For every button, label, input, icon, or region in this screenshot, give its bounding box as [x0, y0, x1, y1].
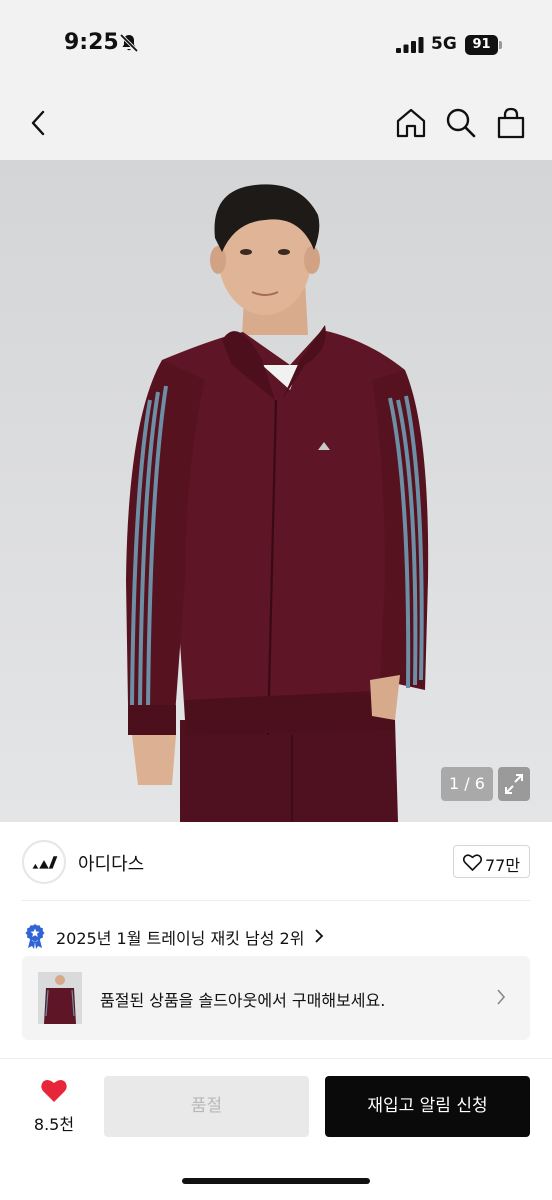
image-pager: 1 / 6	[441, 767, 493, 801]
product-thumbnail	[38, 972, 82, 1024]
heart-outline-icon	[463, 854, 482, 871]
brand-like-button[interactable]: 77만	[453, 845, 530, 878]
heart-filled-icon	[41, 1079, 67, 1102]
adidas-logo-icon[interactable]	[22, 840, 66, 884]
expand-icon[interactable]	[498, 767, 530, 801]
ranking-badge-icon	[25, 924, 45, 949]
top-nav-bar	[0, 90, 552, 160]
battery-level: 91	[465, 35, 498, 55]
chevron-right-icon	[497, 989, 506, 1005]
product-photo	[126, 184, 429, 822]
search-icon[interactable]	[444, 106, 478, 140]
signal-icon	[396, 37, 424, 53]
soldout-button[interactable]: 품절	[104, 1076, 309, 1137]
status-bar: 9:25 5G 91	[0, 0, 552, 90]
chevron-right-icon[interactable]	[314, 929, 324, 943]
shopping-bag-icon[interactable]	[494, 106, 528, 140]
wish-button[interactable]: 8.5천	[22, 1078, 86, 1138]
restock-alert-button[interactable]: 재입고 알림 신청	[325, 1076, 530, 1137]
network-type: 5G	[431, 34, 457, 54]
section-divider	[22, 900, 530, 901]
product-image-gallery[interactable]	[0, 160, 552, 822]
battery-cap	[499, 41, 502, 49]
back-chevron-icon[interactable]	[22, 106, 56, 140]
soldout-banner-text: 품절된 상품을 솔드아웃에서 구매해보세요.	[100, 991, 386, 1010]
bottom-bar-divider	[0, 1058, 552, 1059]
ranking-text[interactable]: 2025년 1월 트레이닝 재킷 남성 2위	[56, 925, 304, 949]
brand-name[interactable]: 아디다스	[78, 850, 144, 876]
home-indicator	[182, 1178, 370, 1184]
battery-icon: 91	[465, 35, 502, 55]
soldout-banner[interactable]: 품절된 상품을 솔드아웃에서 구매해보세요.	[22, 956, 530, 1040]
status-time: 9:25	[64, 30, 119, 55]
wish-count: 8.5천	[33, 1115, 75, 1134]
home-icon[interactable]	[394, 106, 428, 140]
brand-like-count: 77만	[485, 856, 521, 875]
bell-muted-icon	[119, 33, 139, 53]
